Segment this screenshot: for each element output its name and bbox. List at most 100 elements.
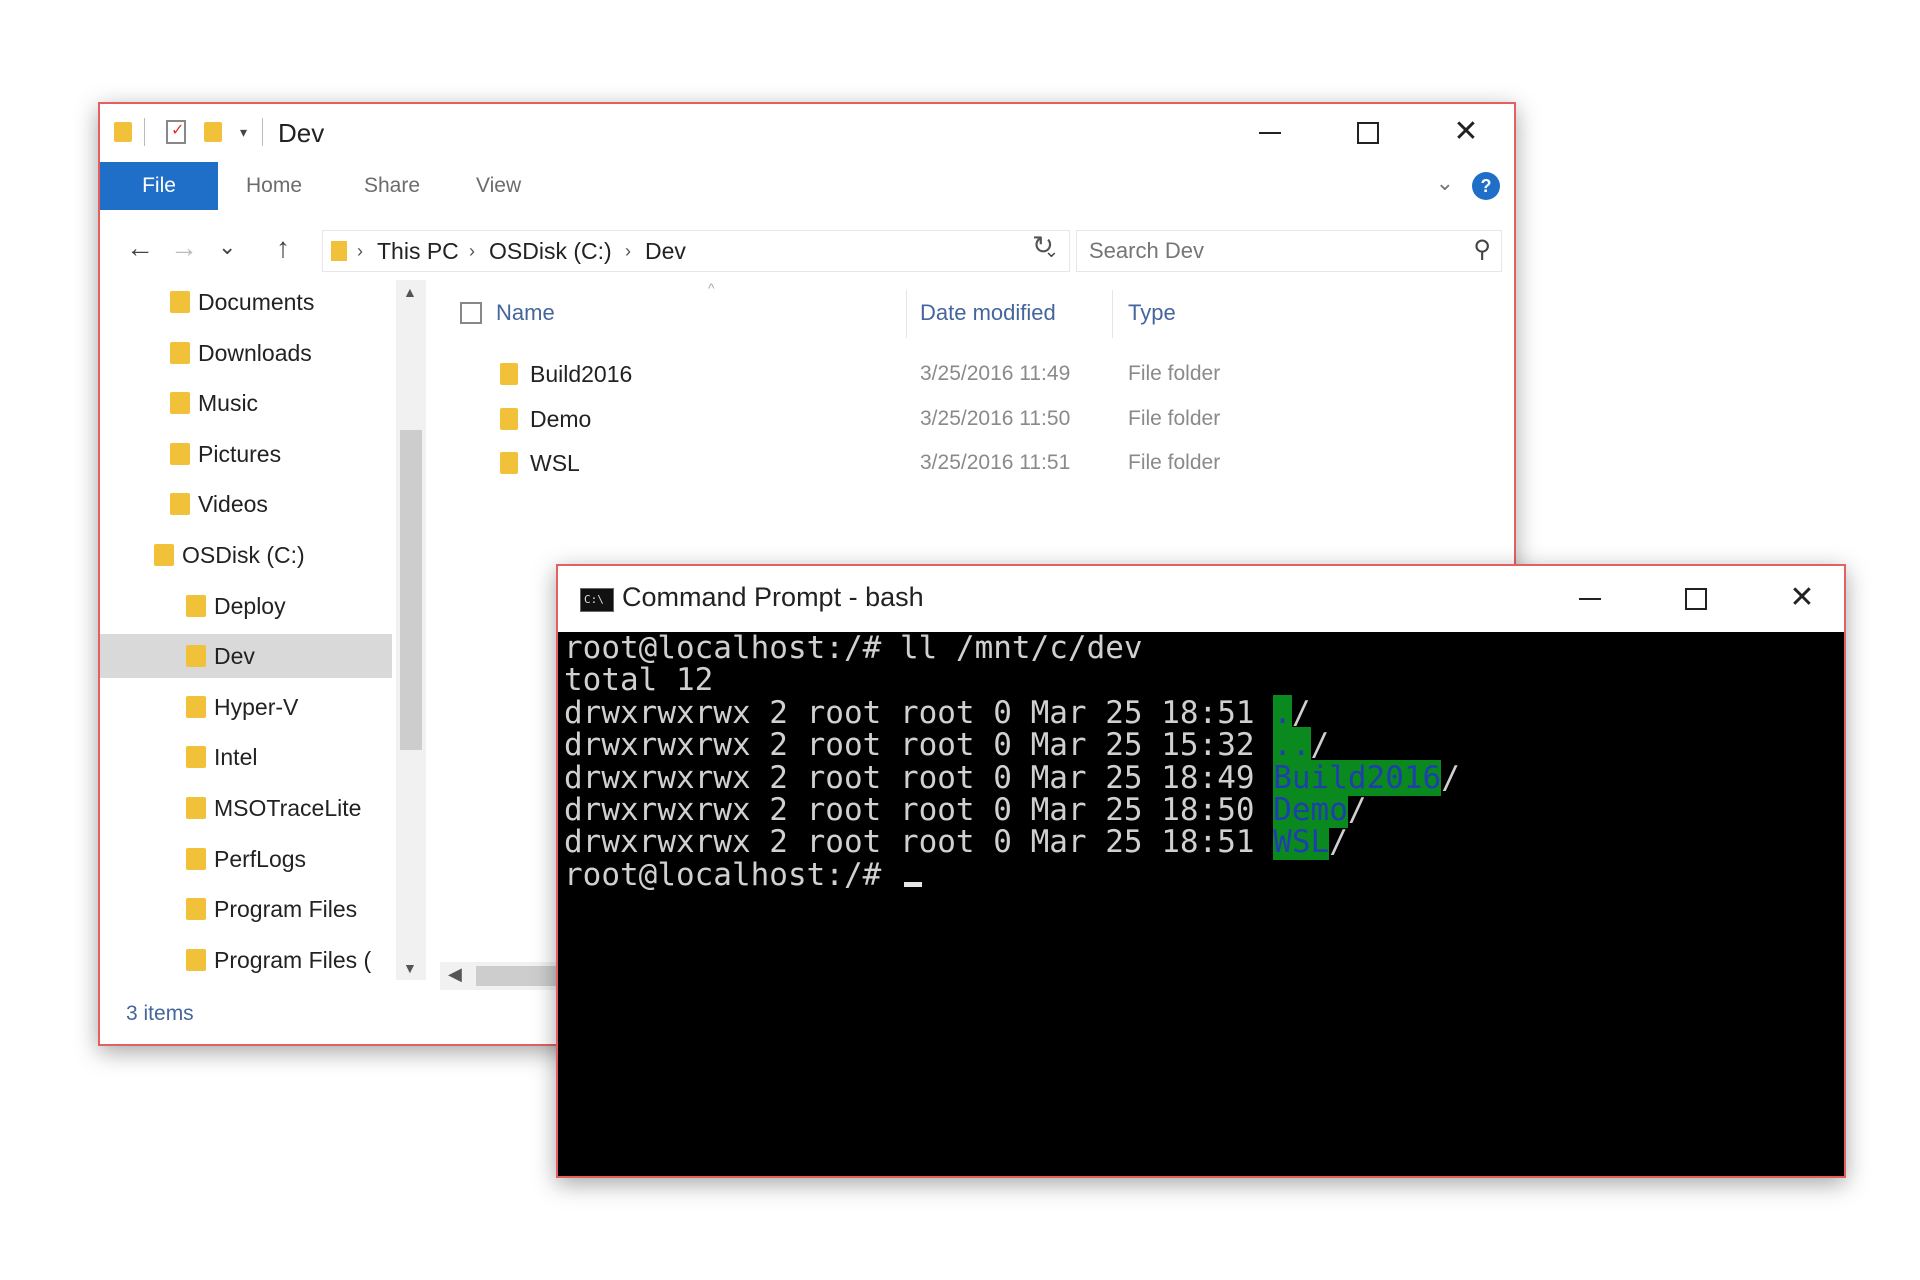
window-title: Dev (278, 118, 325, 148)
scroll-left-icon[interactable]: ◀ (448, 964, 462, 985)
new-folder-icon[interactable] (204, 122, 222, 142)
sidebar-item[interactable]: Dev (100, 634, 392, 679)
sidebar-item[interactable]: Music (100, 381, 392, 425)
folder-icon (500, 452, 518, 474)
breadcrumb-this-pc[interactable]: This PC (377, 231, 459, 271)
sidebar-item[interactable]: Program Files ( (100, 938, 392, 982)
select-all-checkbox[interactable] (460, 302, 482, 324)
maximize-button[interactable] (1338, 112, 1398, 152)
console-title-bar: C:\ Command Prompt - bash ✕ (558, 566, 1844, 632)
command-prompt-icon: C:\ (580, 588, 614, 612)
tab-file[interactable]: File (100, 162, 218, 210)
scroll-down-icon[interactable]: ▼ (403, 960, 417, 976)
recent-locations-icon[interactable]: ⌄ (218, 234, 236, 260)
sidebar-item-label: OSDisk (C:) (182, 542, 305, 568)
search-icon[interactable]: ⚲ (1473, 235, 1491, 264)
back-arrow-icon[interactable]: ← (126, 232, 154, 264)
toolbar-divider (262, 118, 263, 146)
terminal-line: drwxrwxrwx 2 root root 0 Mar 25 18:49 Bu… (564, 759, 1844, 796)
scrollbar-thumb[interactable] (400, 430, 422, 750)
folder-icon (186, 645, 206, 668)
terminal-output[interactable]: root@localhost:/# ll /mnt/c/dev total 12 d… (564, 632, 1844, 1176)
folder-icon (170, 392, 190, 415)
tab-view[interactable]: View (476, 162, 521, 210)
console-minimize-button[interactable] (1560, 578, 1620, 618)
column-header-date-modified[interactable]: Date modified (920, 300, 1056, 326)
tab-home[interactable]: Home (246, 162, 302, 210)
column-divider[interactable] (1112, 290, 1113, 338)
folder-icon (186, 797, 206, 819)
sidebar-item[interactable]: Hyper-V (100, 685, 392, 729)
terminal-line-text: root@localhost:/# (564, 856, 900, 893)
sidebar-item[interactable]: Documents (100, 280, 392, 324)
sidebar-item[interactable]: Intel (100, 735, 392, 779)
terminal-line: drwxrwxrwx 2 root root 0 Mar 25 18:50 De… (564, 791, 1844, 828)
folder-icon (114, 122, 132, 142)
terminal-line: drwxrwxrwx 2 root root 0 Mar 25 18:51 ./ (564, 694, 1844, 731)
folder-icon (186, 695, 206, 718)
directory-suffix: / (1291, 694, 1311, 731)
address-bar[interactable]: › This PC › OSDisk (C:) › Dev ⌄ (322, 230, 1070, 272)
sidebar-item-label: Pictures (198, 440, 282, 467)
refresh-icon[interactable]: ↻ (1032, 230, 1054, 261)
directory-name-highlight: WSL (1273, 824, 1330, 861)
help-icon[interactable]: ? (1472, 172, 1500, 200)
breadcrumb-osdisk[interactable]: OSDisk (C:) (489, 231, 612, 271)
forward-arrow-icon[interactable]: → (170, 232, 198, 264)
expand-ribbon-chevron-icon[interactable]: ⌄ (1436, 170, 1454, 196)
directory-suffix: / (1441, 759, 1460, 796)
console-maximize-button[interactable] (1666, 578, 1726, 618)
terminal-line-text: drwxrwxrwx 2 root root 0 Mar 25 18:49 (564, 759, 1274, 796)
sidebar-item-label: Intel (214, 744, 258, 771)
up-arrow-icon[interactable]: ↑ (276, 232, 290, 264)
file-row[interactable]: WSL 3/25/2016 11:51 File folder (440, 441, 1514, 485)
terminal-line: drwxrwxrwx 2 root root 0 Mar 25 18:51 WS… (564, 824, 1844, 861)
file-name: Build2016 (530, 361, 633, 387)
sidebar-item-label: Videos (198, 491, 268, 518)
minimize-icon (1259, 132, 1281, 135)
close-icon: ✕ (1789, 581, 1815, 614)
file-row[interactable]: Demo 3/25/2016 11:50 File folder (440, 397, 1514, 441)
sidebar-item-label: Dev (214, 643, 255, 670)
sidebar-item[interactable]: MSOTraceLite (100, 786, 392, 830)
scroll-up-icon[interactable]: ▲ (403, 284, 417, 300)
search-input[interactable] (1087, 237, 1451, 265)
console-close-button[interactable]: ✕ (1772, 578, 1832, 618)
close-button[interactable]: ✕ (1436, 112, 1496, 152)
sidebar-item-label: Deploy (214, 592, 286, 619)
folder-icon (500, 407, 518, 430)
navigation-pane: Documents Downloads Music Pictures Videos OSD… (100, 280, 402, 990)
file-type: File folder (1128, 451, 1221, 474)
directory-suffix: / (1329, 824, 1348, 861)
file-name: Demo (530, 405, 592, 432)
column-header-type[interactable]: Type (1128, 300, 1176, 326)
minimize-button[interactable] (1240, 112, 1300, 152)
tab-share[interactable]: Share (364, 162, 420, 210)
sidebar-item[interactable]: Pictures (100, 432, 392, 476)
sidebar-item[interactable]: PerfLogs (100, 837, 392, 881)
folder-icon (186, 847, 206, 870)
file-date-modified: 3/25/2016 11:49 (920, 362, 1071, 385)
column-header-name[interactable]: Name (496, 300, 555, 326)
folder-icon (186, 898, 206, 921)
sidebar-item[interactable]: OSDisk (C:) (100, 533, 392, 577)
sidebar-item-label: Music (198, 390, 259, 417)
sidebar-item[interactable]: Videos (100, 482, 392, 526)
sidebar-item[interactable]: Deploy (100, 584, 392, 628)
sidebar-item-label: Hyper-V (214, 693, 299, 720)
sidebar-item-label: Downloads (198, 339, 312, 366)
directory-name-highlight: . (1273, 694, 1292, 731)
customize-quick-access-icon[interactable]: ▾ (240, 124, 247, 150)
directory-name-highlight: Demo (1273, 791, 1348, 828)
file-row[interactable]: Build2016 3/25/2016 11:49 File folder (440, 352, 1514, 396)
breadcrumb-dev[interactable]: Dev (645, 231, 686, 271)
column-divider[interactable] (906, 290, 907, 338)
search-box[interactable]: ⚲ (1076, 230, 1502, 272)
terminal-line-text: drwxrwxrwx 2 root root 0 Mar 25 18:50 (564, 791, 1274, 828)
navigation-pane-scrollbar[interactable]: ▲ ▼ (396, 280, 426, 980)
sidebar-item[interactable]: Program Files (100, 887, 392, 931)
folder-icon (170, 493, 190, 516)
sidebar-item[interactable]: Downloads (100, 331, 392, 375)
properties-icon[interactable] (166, 120, 186, 144)
directory-suffix: / (1310, 727, 1330, 764)
